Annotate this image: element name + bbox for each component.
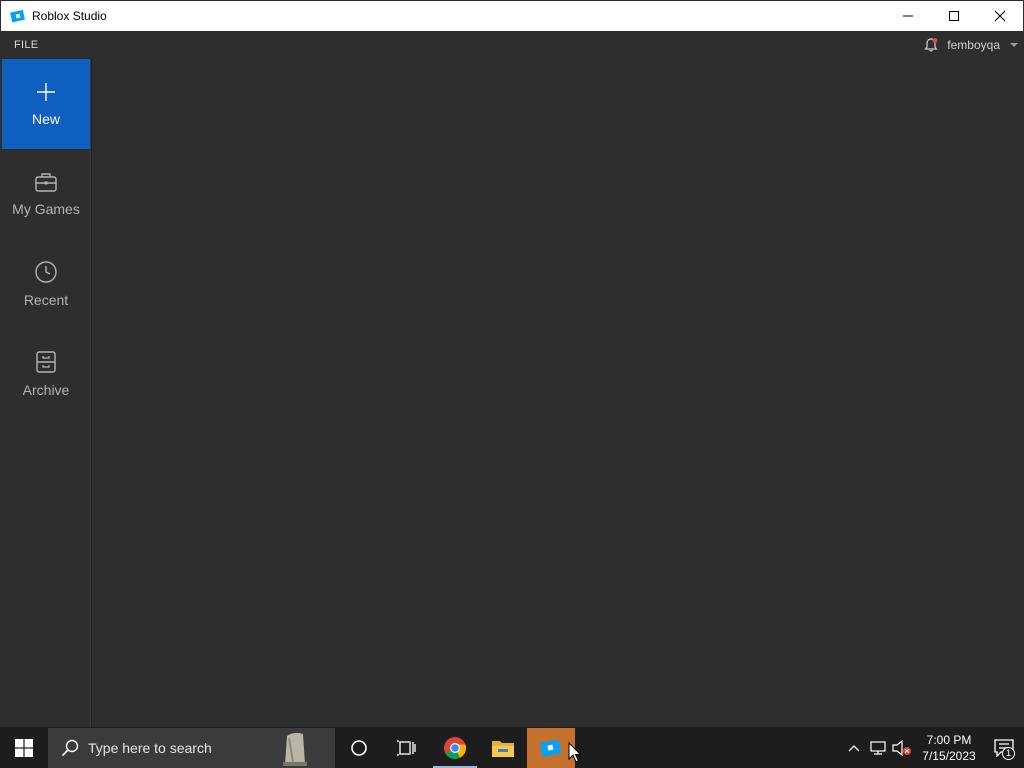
username-label[interactable]: femboyqa: [947, 38, 1000, 52]
sidebar-item-new[interactable]: New: [2, 59, 90, 149]
windows-logo-icon: [15, 739, 33, 757]
search-placeholder: Type here to search: [88, 740, 212, 756]
clock-date: 7/15/2023: [922, 749, 976, 763]
taskbar-clock[interactable]: 7:00 PM 7/15/2023: [914, 732, 984, 764]
search-icon: [61, 739, 79, 757]
sidebar-item-recent[interactable]: Recent: [2, 239, 90, 329]
file-explorer-icon: [492, 741, 514, 757]
sidebar-item-label: Recent: [23, 292, 69, 308]
user-area: femboyqa: [923, 31, 1020, 59]
taskbar-search[interactable]: Type here to search: [48, 728, 335, 768]
plus-icon: [37, 83, 55, 101]
start-button[interactable]: [0, 728, 48, 768]
window-controls: [885, 1, 1023, 31]
network-button[interactable]: [866, 728, 890, 768]
main-content: [92, 59, 1024, 727]
roblox-studio-logo-icon: [10, 9, 25, 23]
sidebar: New My Games Recent Archive: [0, 59, 91, 727]
window-title: Roblox Studio: [32, 9, 107, 23]
search-highlight-icon: [283, 732, 307, 766]
sidebar-item-label: Archive: [22, 382, 70, 398]
close-icon: [994, 10, 1006, 22]
roblox-studio-icon: [539, 739, 562, 757]
sidebar-item-label: My Games: [12, 201, 80, 217]
taskbar: Type here to search 7:00 PM 7/15/2023 1: [0, 728, 1024, 768]
chrome-button[interactable]: [431, 728, 479, 768]
sidebar-item-my-games[interactable]: My Games: [2, 149, 90, 239]
sidebar-item-archive[interactable]: Archive: [2, 329, 90, 419]
minimize-icon: [903, 15, 913, 17]
menu-bar: FILE femboyqa: [0, 31, 1024, 59]
volume-muted-icon: [892, 740, 911, 756]
cortana-button[interactable]: [335, 728, 383, 768]
clock-time: 7:00 PM: [926, 733, 972, 747]
notification-count-badge: 1: [1002, 747, 1015, 760]
maximize-button[interactable]: [931, 1, 977, 31]
minimize-button[interactable]: [885, 1, 931, 31]
chrome-icon: [444, 737, 467, 759]
maximize-icon: [949, 11, 959, 21]
chevron-up-icon: [848, 745, 860, 752]
briefcase-icon: [35, 173, 57, 192]
close-button[interactable]: [977, 1, 1023, 31]
chevron-down-icon[interactable]: [1008, 40, 1020, 50]
show-hidden-icons-button[interactable]: [842, 728, 866, 768]
archive-icon: [36, 351, 56, 373]
file-explorer-button[interactable]: [479, 728, 527, 768]
system-tray: 7:00 PM 7/15/2023 1: [842, 728, 1024, 768]
mouse-cursor-icon: [568, 742, 582, 763]
cortana-icon: [351, 740, 367, 756]
bell-icon[interactable]: [923, 37, 939, 53]
task-view-icon: [397, 740, 416, 756]
volume-button[interactable]: [890, 728, 914, 768]
action-center-button[interactable]: 1: [984, 728, 1024, 768]
sidebar-item-label: New: [31, 111, 60, 127]
file-menu[interactable]: FILE: [14, 39, 38, 51]
clock-icon: [35, 261, 57, 283]
title-bar: Roblox Studio: [0, 0, 1024, 31]
network-icon: [870, 741, 886, 755]
task-view-button[interactable]: [383, 728, 431, 768]
